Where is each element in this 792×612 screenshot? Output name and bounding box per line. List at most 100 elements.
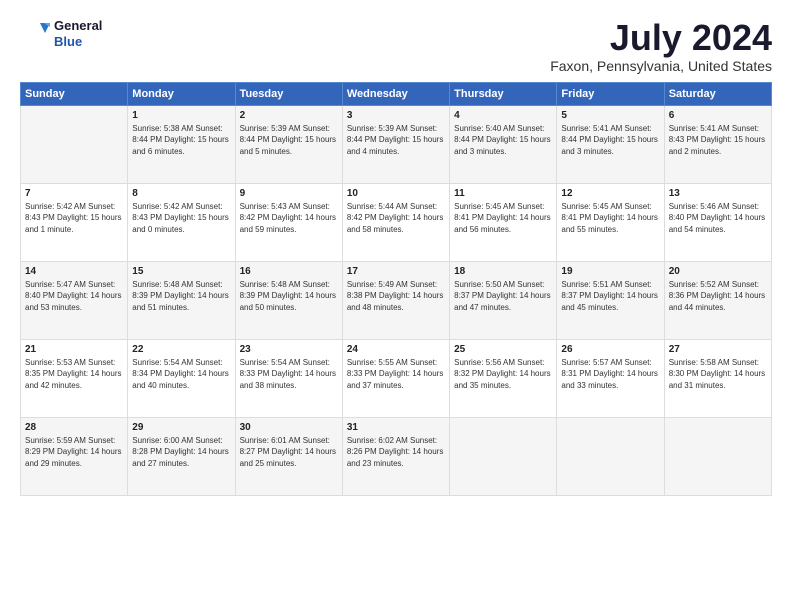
day-content: Sunrise: 5:38 AM Sunset: 8:44 PM Dayligh… [132,123,230,158]
weekday-header: Friday [557,82,664,105]
weekday-header: Wednesday [342,82,449,105]
logo-text: General Blue [54,18,102,49]
day-number: 5 [561,110,659,121]
day-number: 8 [132,188,230,199]
day-content: Sunrise: 5:49 AM Sunset: 8:38 PM Dayligh… [347,279,445,314]
day-number: 7 [25,188,123,199]
calendar-cell: 7Sunrise: 5:42 AM Sunset: 8:43 PM Daylig… [21,183,128,261]
day-number: 14 [25,266,123,277]
day-content: Sunrise: 5:41 AM Sunset: 8:43 PM Dayligh… [669,123,767,158]
day-content: Sunrise: 5:54 AM Sunset: 8:34 PM Dayligh… [132,357,230,392]
calendar-week-row: 1 Sunrise: 5:38 AM Sunset: 8:44 PM Daylig… [21,105,772,183]
day-number: 13 [669,188,767,199]
calendar-cell: 4 Sunrise: 5:40 AM Sunset: 8:44 PM Daylig… [450,105,557,183]
calendar-cell: 12 Sunrise: 5:45 AM Sunset: 8:41 PM Dayli… [557,183,664,261]
day-number: 25 [454,344,552,355]
weekday-header: Sunday [21,82,128,105]
day-number: 21 [25,344,123,355]
day-content: Sunrise: 5:54 AM Sunset: 8:33 PM Dayligh… [240,357,338,392]
day-number: 1 [132,110,230,121]
day-number: 18 [454,266,552,277]
weekday-header: Tuesday [235,82,342,105]
day-content: Sunrise: 5:55 AM Sunset: 8:33 PM Dayligh… [347,357,445,392]
day-content: Sunrise: 5:57 AM Sunset: 8:31 PM Dayligh… [561,357,659,392]
calendar-cell: 6 Sunrise: 5:41 AM Sunset: 8:43 PM Daylig… [664,105,771,183]
day-content: Sunrise: 5:43 AM Sunset: 8:42 PM Dayligh… [240,201,338,236]
calendar-cell [664,417,771,495]
day-number: 30 [240,422,338,433]
header: General Blue July 2024 Faxon, Pennsylvan… [20,18,772,74]
day-content: Sunrise: 5:58 AM Sunset: 8:30 PM Dayligh… [669,357,767,392]
location-title: Faxon, Pennsylvania, United States [550,58,772,74]
day-number: 29 [132,422,230,433]
day-number: 4 [454,110,552,121]
calendar-cell: 1 Sunrise: 5:38 AM Sunset: 8:44 PM Daylig… [128,105,235,183]
logo-blue: Blue [54,34,102,50]
calendar-cell: 27 Sunrise: 5:58 AM Sunset: 8:30 PM Dayli… [664,339,771,417]
day-content: Sunrise: 5:45 AM Sunset: 8:41 PM Dayligh… [454,201,552,236]
day-number: 9 [240,188,338,199]
day-number: 19 [561,266,659,277]
calendar-cell: 18 Sunrise: 5:50 AM Sunset: 8:37 PM Dayli… [450,261,557,339]
day-content: Sunrise: 5:44 AM Sunset: 8:42 PM Dayligh… [347,201,445,236]
day-content: Sunrise: 5:40 AM Sunset: 8:44 PM Dayligh… [454,123,552,158]
calendar-cell: 22 Sunrise: 5:54 AM Sunset: 8:34 PM Dayli… [128,339,235,417]
day-content: Sunrise: 5:41 AM Sunset: 8:44 PM Dayligh… [561,123,659,158]
day-number: 16 [240,266,338,277]
calendar-cell: 9 Sunrise: 5:43 AM Sunset: 8:42 PM Daylig… [235,183,342,261]
calendar-cell: 20Sunrise: 5:52 AM Sunset: 8:36 PM Dayli… [664,261,771,339]
calendar-cell: 19 Sunrise: 5:51 AM Sunset: 8:37 PM Dayli… [557,261,664,339]
day-content: Sunrise: 5:45 AM Sunset: 8:41 PM Dayligh… [561,201,659,236]
day-number: 26 [561,344,659,355]
day-content: Sunrise: 5:48 AM Sunset: 8:39 PM Dayligh… [132,279,230,314]
calendar-cell: 16Sunrise: 5:48 AM Sunset: 8:39 PM Dayli… [235,261,342,339]
calendar-cell [21,105,128,183]
calendar-cell: 24Sunrise: 5:55 AM Sunset: 8:33 PM Dayli… [342,339,449,417]
calendar-cell [557,417,664,495]
weekday-header: Monday [128,82,235,105]
day-content: Sunrise: 5:51 AM Sunset: 8:37 PM Dayligh… [561,279,659,314]
weekday-header: Thursday [450,82,557,105]
weekday-header: Saturday [664,82,771,105]
day-number: 6 [669,110,767,121]
day-number: 15 [132,266,230,277]
day-number: 27 [669,344,767,355]
logo: General Blue [20,18,102,49]
day-number: 23 [240,344,338,355]
calendar-cell: 3 Sunrise: 5:39 AM Sunset: 8:44 PM Daylig… [342,105,449,183]
logo-bird-icon [20,19,50,49]
calendar-cell: 5 Sunrise: 5:41 AM Sunset: 8:44 PM Daylig… [557,105,664,183]
calendar-page: General Blue July 2024 Faxon, Pennsylvan… [0,0,792,612]
day-content: Sunrise: 5:56 AM Sunset: 8:32 PM Dayligh… [454,357,552,392]
month-title: July 2024 [550,18,772,58]
calendar-cell: 29Sunrise: 6:00 AM Sunset: 8:28 PM Dayli… [128,417,235,495]
calendar-cell [450,417,557,495]
day-number: 31 [347,422,445,433]
calendar-cell: 30 Sunrise: 6:01 AM Sunset: 8:27 PM Dayli… [235,417,342,495]
day-number: 22 [132,344,230,355]
day-number: 2 [240,110,338,121]
calendar-week-row: 28 Sunrise: 5:59 AM Sunset: 8:29 PM Dayli… [21,417,772,495]
calendar-cell: 13 Sunrise: 5:46 AM Sunset: 8:40 PM Dayli… [664,183,771,261]
day-content: Sunrise: 5:52 AM Sunset: 8:36 PM Dayligh… [669,279,767,314]
day-content: Sunrise: 5:46 AM Sunset: 8:40 PM Dayligh… [669,201,767,236]
calendar-week-row: 21Sunrise: 5:53 AM Sunset: 8:35 PM Dayli… [21,339,772,417]
calendar-cell: 15 Sunrise: 5:48 AM Sunset: 8:39 PM Dayli… [128,261,235,339]
day-number: 28 [25,422,123,433]
day-number: 17 [347,266,445,277]
calendar-cell: 31Sunrise: 6:02 AM Sunset: 8:26 PM Dayli… [342,417,449,495]
day-content: Sunrise: 5:50 AM Sunset: 8:37 PM Dayligh… [454,279,552,314]
calendar-cell: 2Sunrise: 5:39 AM Sunset: 8:44 PM Daylig… [235,105,342,183]
day-content: Sunrise: 5:59 AM Sunset: 8:29 PM Dayligh… [25,435,123,470]
logo-container: General Blue [20,18,102,49]
calendar-cell: 14Sunrise: 5:47 AM Sunset: 8:40 PM Dayli… [21,261,128,339]
day-number: 12 [561,188,659,199]
title-block: July 2024 Faxon, Pennsylvania, United St… [550,18,772,74]
day-number: 11 [454,188,552,199]
calendar-cell: 17 Sunrise: 5:49 AM Sunset: 8:38 PM Dayli… [342,261,449,339]
day-content: Sunrise: 5:39 AM Sunset: 8:44 PM Dayligh… [347,123,445,158]
calendar-cell: 28 Sunrise: 5:59 AM Sunset: 8:29 PM Dayli… [21,417,128,495]
day-content: Sunrise: 5:42 AM Sunset: 8:43 PM Dayligh… [132,201,230,236]
day-content: Sunrise: 6:01 AM Sunset: 8:27 PM Dayligh… [240,435,338,470]
day-number: 3 [347,110,445,121]
